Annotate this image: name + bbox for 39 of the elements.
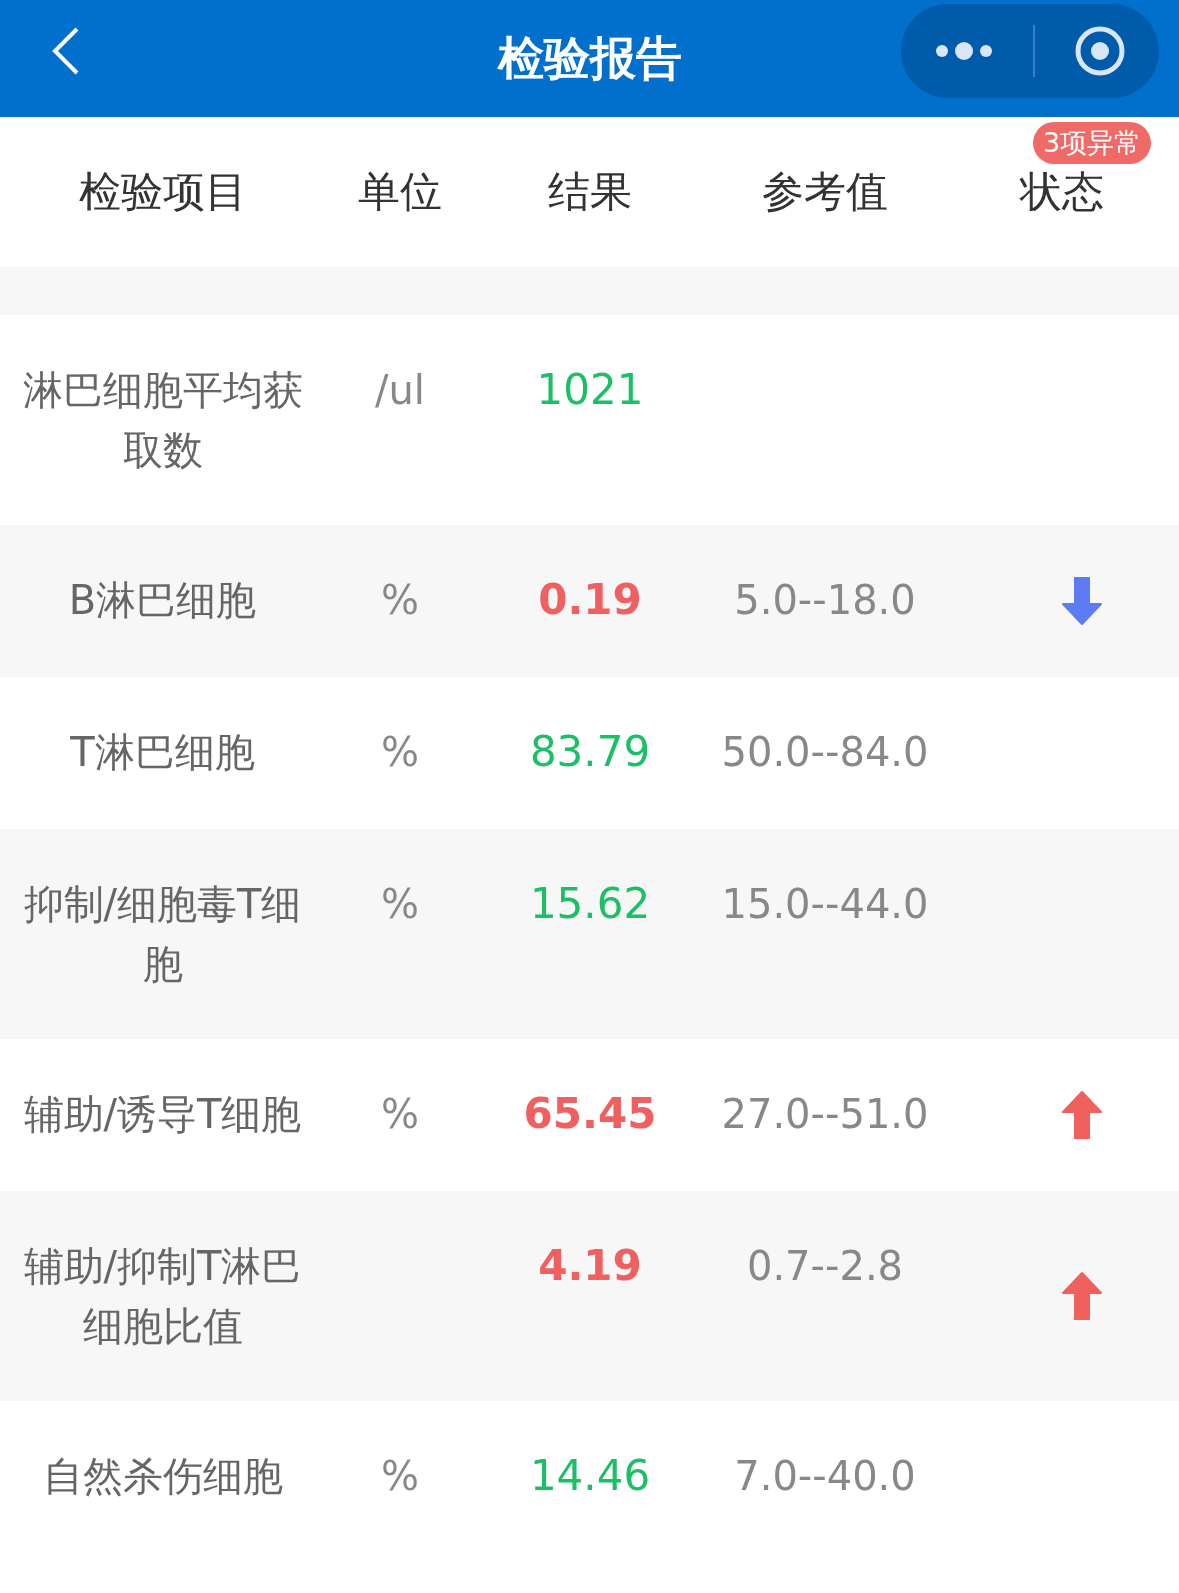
result-value: 1021 [536,364,644,416]
result-value: 83.79 [529,726,651,778]
back-icon[interactable] [51,26,81,76]
reference-range: 7.0--40.0 [734,1452,916,1501]
column-header: 检验项目 [78,166,247,218]
unit-text: % [381,1452,419,1501]
item-name: 抑制/细胞毒T细胞 [22,880,303,989]
item-name: 自然杀伤细胞 [41,1452,284,1501]
column-header: 状态 [1020,166,1104,218]
result-value: 4.19 [538,1240,642,1292]
column-header: 结果 [548,166,632,218]
result-value: 0.19 [538,574,642,626]
result-value: 14.46 [529,1450,651,1502]
page-title: 检验报告 [497,29,682,87]
item-name: 辅助/抑制T淋巴细胞比值 [22,1242,303,1351]
more-icon[interactable] [934,41,995,61]
abnormal-count-badge: 3项异常 [1033,122,1152,164]
reference-range: 50.0--84.0 [721,728,929,777]
result-value: 65.45 [523,1088,657,1140]
unit-text: /ul [375,366,425,415]
column-header: 单位 [358,166,442,218]
down-arrow-icon [1061,576,1103,626]
close-target-icon[interactable] [1073,25,1126,77]
unit-text: % [381,1090,419,1139]
up-arrow-icon [1061,1271,1103,1321]
reference-range: 27.0--51.0 [721,1090,929,1139]
item-name: 辅助/诱导T细胞 [22,1090,303,1139]
reference-range: 15.0--44.0 [721,880,929,929]
column-header: 参考值 [762,166,888,218]
reference-range: 0.7--2.8 [746,1242,904,1291]
up-arrow-icon [1061,1090,1103,1140]
result-value: 15.62 [529,878,651,930]
unit-text: % [381,728,419,777]
unit-text: % [381,576,419,625]
item-name: B淋巴细胞 [67,576,258,625]
unit-text: % [381,880,419,929]
reference-range: 5.0--18.0 [734,576,916,625]
item-name: T淋巴细胞 [69,728,256,777]
item-name: 淋巴细胞平均获取数 [22,366,303,475]
